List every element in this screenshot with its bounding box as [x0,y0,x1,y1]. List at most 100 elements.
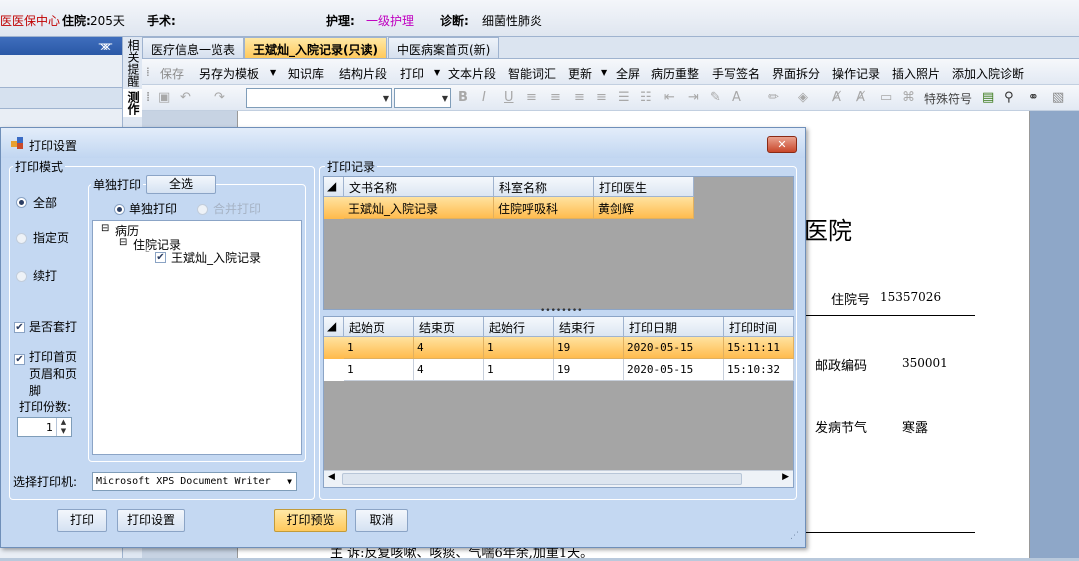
insert-icon[interactable]: ▤ [982,90,994,105]
col-print-date[interactable]: 打印日期 [624,317,724,337]
print-button[interactable]: 打印 [400,65,424,82]
table-row[interactable]: 王斌灿_入院记录 住院呼吸科 黄剑辉 [324,197,694,219]
superscript-icon[interactable]: Ⱥ [832,90,841,105]
cancel-button[interactable]: 取消 [355,509,408,532]
format-painter-icon[interactable]: ✎ [710,90,721,105]
update-button[interactable]: 更新 [568,65,592,82]
chevron-down-icon[interactable]: ▼ [434,68,440,77]
select-all-corner-icon[interactable]: ◢ [324,317,344,337]
radio-continue[interactable] [16,271,27,282]
chevron-down-icon[interactable]: ▼ [601,68,607,77]
scroll-right-icon[interactable]: ▶ [782,472,789,482]
col-end-page[interactable]: 结束页 [414,317,484,337]
col-doc-name[interactable]: 文书名称 [344,177,494,197]
text-fragment-button[interactable]: 文本片段 [448,65,496,82]
highlight-icon[interactable]: ✏ [768,90,779,105]
print-settings-button[interactable]: 打印设置 [117,509,185,532]
tab-tcm-homepage[interactable]: 中医病案首页(新) [388,37,500,58]
bold-icon[interactable]: B [458,90,468,105]
table-row[interactable]: 1 4 1 19 2020-05-15 15:11:11 [324,337,794,359]
print-button[interactable]: 打印 [57,509,107,532]
splitter-grip-icon[interactable]: •••••••• [540,306,582,316]
underline-icon[interactable]: U [504,90,514,105]
align-left-icon[interactable]: ≡ [526,90,537,105]
resize-grip-icon[interactable]: ⋰ [790,531,799,541]
chevron-down-icon[interactable]: ▼ [270,68,276,77]
dialog-titlebar[interactable]: 打印设置 ✕ [1,128,805,158]
structure-fragment-button[interactable]: 结构片段 [339,65,387,82]
save-disk-icon[interactable]: ▣ [158,90,170,105]
outdent-icon[interactable]: ⇤ [664,90,675,105]
command-icon[interactable]: ⌘ [902,90,915,105]
copies-spinner[interactable]: 1 ▲ ▼ [17,417,72,437]
checkbox-overlay-print[interactable]: ✔ [14,322,25,333]
record-reorganize-button[interactable]: 病历重整 [651,65,699,82]
radio-all[interactable] [16,197,27,208]
search-icon[interactable]: ⚲ [1004,90,1014,105]
spinner-arrows-icon[interactable]: ▲ ▼ [56,418,70,436]
tab-overview[interactable]: 医疗信息一览表 [142,37,245,58]
radio-specified-page[interactable] [16,233,27,244]
operation-log-button[interactable]: 操作记录 [832,65,880,82]
scroll-thumb[interactable] [342,473,742,485]
special-character-button[interactable]: 特殊符号 [924,90,972,107]
undo-icon[interactable]: ↶ [180,90,191,105]
tab-admission-record[interactable]: 王斌灿_入院记录(只读) [244,37,387,58]
radio-all-label: 全部 [33,196,58,210]
font-size-select[interactable]: ▼ [394,88,451,108]
fill-icon[interactable]: ◈ [798,90,808,105]
smart-vocabulary-button[interactable]: 智能词汇 [508,65,556,82]
fullscreen-button[interactable]: 全屏 [616,65,640,82]
cell-start-page: 1 [344,359,414,381]
bullet-list-icon[interactable]: ☷ [640,90,652,105]
insert-photo-button[interactable]: 插入照片 [892,65,940,82]
scroll-left-icon[interactable]: ◀ [328,472,335,482]
tree-node-admission-record[interactable]: 王斌灿_入院记录 [171,249,261,266]
save-as-template-button[interactable]: 另存为模板 [199,65,259,82]
pin-icon[interactable]: ᚘ [0,37,122,55]
solar-term-label: 发病节气 [815,421,868,436]
save-button[interactable]: 保存 [160,65,184,82]
handwritten-signature-button[interactable]: 手写签名 [712,65,760,82]
col-start-line[interactable]: 起始行 [484,317,554,337]
col-end-line[interactable]: 结束行 [554,317,624,337]
radio-print-merge[interactable] [197,204,208,215]
redo-icon[interactable]: ↷ [214,90,225,105]
print-single-label: 单独打印 [129,202,178,216]
vtab-reminders[interactable]: 相关提醒 [123,37,143,89]
italic-icon[interactable]: I [482,90,486,105]
col-start-page[interactable]: 起始页 [344,317,414,337]
tree-collapse-icon[interactable]: ⊟ [101,223,109,234]
justify-icon[interactable]: ≡ [596,90,607,105]
print-settings-dialog: 打印设置 ✕ 打印模式 全部 指定页 续打 ✔ 是否套打 ✔ 打印首页页眉和页脚… [0,127,806,548]
table-row[interactable]: 1 4 1 19 2020-05-15 15:10:32 [324,359,794,381]
print-preview-button[interactable]: 打印预览 [274,509,347,532]
printer-select[interactable]: Microsoft XPS Document Writer ▼ [92,472,297,491]
align-center-icon[interactable]: ≡ [550,90,561,105]
subscript-icon[interactable]: Ⱥ [856,90,865,105]
knowledge-base-button[interactable]: 知识库 [288,65,324,82]
text-box-icon[interactable]: ▭ [880,90,892,105]
add-admission-diagnosis-button[interactable]: 添加入院诊断 [952,65,1024,82]
horizontal-scrollbar[interactable]: ◀ ▶ [324,470,793,487]
font-name-select[interactable]: ▼ [246,88,392,108]
col-dept-name[interactable]: 科室名称 [494,177,594,197]
line-spacing-icon[interactable]: ☰ [618,90,630,105]
align-right-icon[interactable]: ≡ [574,90,585,105]
col-print-doctor[interactable]: 打印医生 [594,177,694,197]
select-all-corner-icon[interactable]: ◢ [324,177,344,197]
split-view-button[interactable]: 界面拆分 [772,65,820,82]
tree-node-checkbox[interactable]: ✔ [155,252,166,263]
diagnosis-label: 诊断: [440,14,469,28]
vtab-active[interactable]: 测作 [123,89,143,117]
indent-icon[interactable]: ⇥ [688,90,699,105]
image-icon[interactable]: ▧ [1052,90,1064,105]
tree-collapse-icon[interactable]: ⊟ [119,237,127,248]
binoculars-icon[interactable]: ⚭ [1028,90,1039,105]
close-button[interactable]: ✕ [767,136,797,153]
radio-print-single[interactable] [114,204,125,215]
select-all-button[interactable]: 全选 [146,175,216,194]
col-print-time[interactable]: 打印时间 [724,317,794,337]
main-toolbar: ⁞ 保存 另存为模板 ▼ 知识库 结构片段 打印 ▼ 文本片段 智能词汇 更新 … [142,59,1079,85]
font-color-icon[interactable]: A [732,90,741,105]
